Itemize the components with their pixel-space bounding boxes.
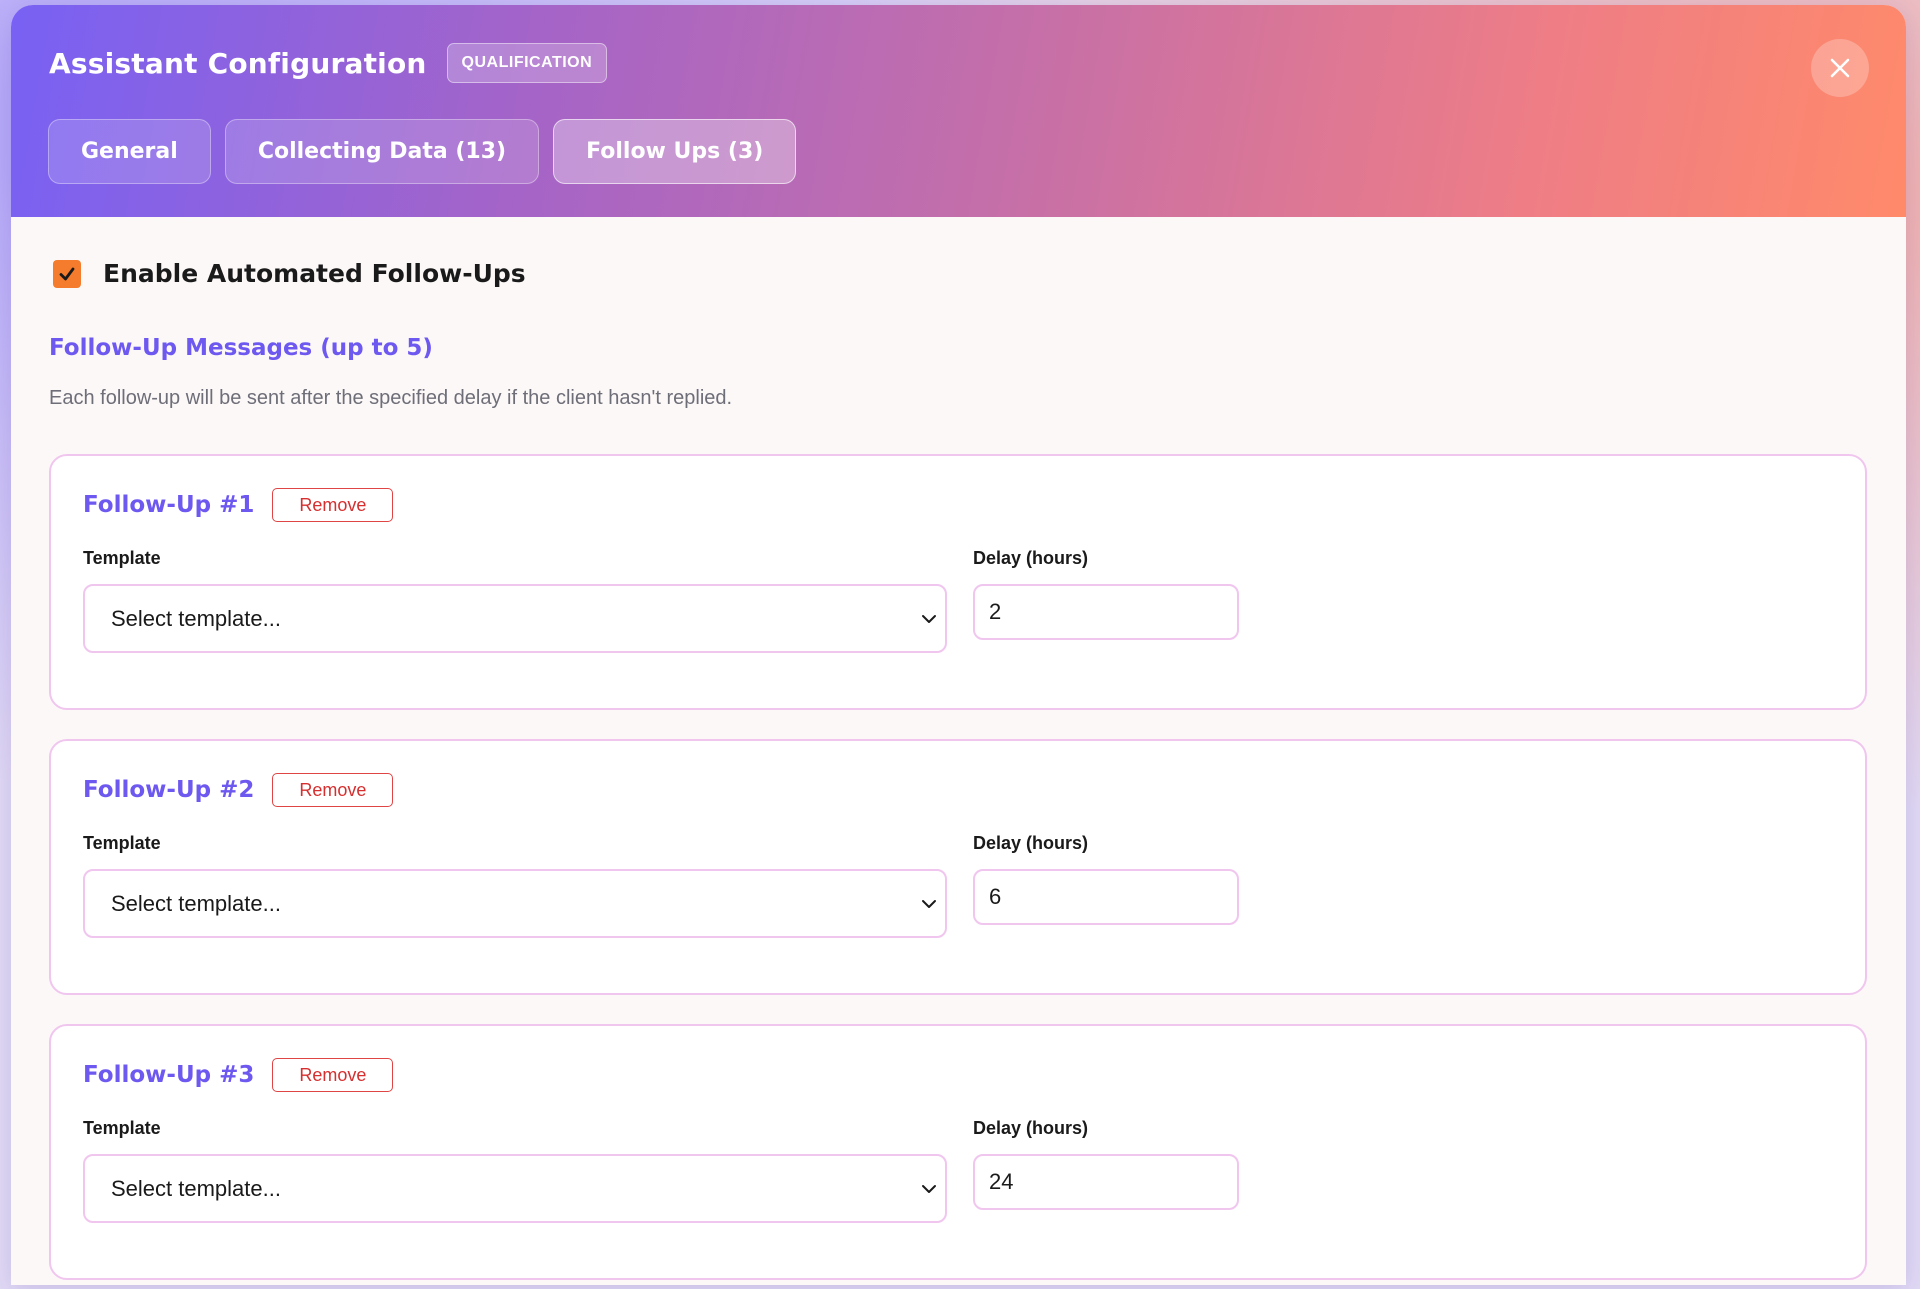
delay-label: Delay (hours) <box>973 1118 1089 1138</box>
template-select-value: Select template... <box>111 1175 281 1201</box>
modal-title: Assistant Configuration <box>49 46 427 80</box>
enable-followups-row: Enable Automated Follow-Ups <box>53 259 526 288</box>
followup-card-header: Follow-Up #2 Remove <box>83 773 394 807</box>
remove-followup-button[interactable]: Remove <box>272 1058 394 1092</box>
tab-bar: General Collecting Data (13) Follow Ups … <box>48 119 810 184</box>
close-button[interactable] <box>1811 39 1869 97</box>
section-title: Follow-Up Messages (up to 5) <box>49 335 433 361</box>
remove-followup-button[interactable]: Remove <box>272 488 394 522</box>
template-select[interactable]: Select template... <box>83 1154 947 1223</box>
remove-followup-button[interactable]: Remove <box>272 773 394 807</box>
chevron-down-icon <box>922 1184 936 1193</box>
followup-card: Follow-Up #1 Remove Template Delay (hour… <box>49 454 1867 710</box>
template-label: Template <box>83 548 161 568</box>
enable-followups-checkbox[interactable] <box>53 259 81 288</box>
delay-hours-input[interactable]: 24 <box>973 1154 1239 1210</box>
section-description: Each follow-up will be sent after the sp… <box>49 387 733 409</box>
template-label: Template <box>83 1118 161 1138</box>
chevron-down-icon <box>922 614 936 623</box>
followup-card-header: Follow-Up #1 Remove <box>83 488 394 522</box>
tab-general[interactable]: General <box>48 119 211 184</box>
template-select[interactable]: Select template... <box>83 869 947 938</box>
enable-followups-label: Enable Automated Follow-Ups <box>103 259 526 288</box>
delay-hours-input[interactable]: 2 <box>973 584 1239 640</box>
followup-card: Follow-Up #2 Remove Template Delay (hour… <box>49 739 1867 995</box>
chevron-down-icon <box>922 899 936 908</box>
followup-card-header: Follow-Up #3 Remove <box>83 1058 394 1092</box>
template-select[interactable]: Select template... <box>83 584 947 653</box>
followup-card: Follow-Up #3 Remove Template Delay (hour… <box>49 1024 1867 1280</box>
title-row: Assistant Configuration QUALIFICATION <box>49 43 608 83</box>
delay-label: Delay (hours) <box>973 548 1089 568</box>
template-select-value: Select template... <box>111 890 281 916</box>
followup-title: Follow-Up #2 <box>83 777 255 803</box>
modal-header: Assistant Configuration QUALIFICATION Ge… <box>11 5 1906 217</box>
followup-title: Follow-Up #1 <box>83 492 255 518</box>
template-select-value: Select template... <box>111 605 281 631</box>
checkmark-icon <box>59 267 75 280</box>
delay-hours-input[interactable]: 6 <box>973 869 1239 925</box>
assistant-config-modal: Assistant Configuration QUALIFICATION Ge… <box>11 5 1906 1285</box>
followup-title: Follow-Up #3 <box>83 1062 255 1088</box>
mode-badge: QUALIFICATION <box>446 43 608 83</box>
template-label: Template <box>83 833 161 853</box>
tab-collecting-data[interactable]: Collecting Data (13) <box>224 119 540 184</box>
tab-follow-ups[interactable]: Follow Ups (3) <box>553 119 797 184</box>
delay-label: Delay (hours) <box>973 833 1089 853</box>
close-icon <box>1830 58 1850 78</box>
